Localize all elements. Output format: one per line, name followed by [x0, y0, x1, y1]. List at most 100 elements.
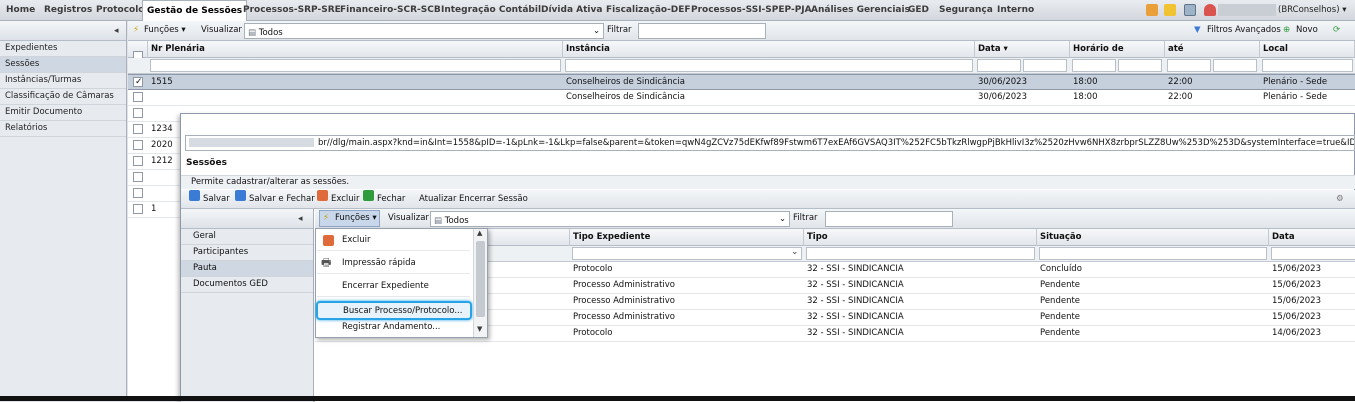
- refresh-icon[interactable]: ⟳: [1333, 21, 1340, 40]
- nav-financeiro[interactable]: Financeiro-SCR-SCB: [339, 0, 442, 21]
- nav-gestao-sessoes[interactable]: Gestão de Sessões: [142, 0, 248, 22]
- cell-horario-de: 18:00: [1073, 92, 1098, 102]
- menu-scrollbar[interactable]: ▲ ▼: [473, 229, 487, 337]
- add-icon: ⊕: [1283, 25, 1291, 35]
- excluir-button[interactable]: Excluir: [331, 190, 360, 208]
- filter-input[interactable]: [638, 23, 766, 39]
- col-ate[interactable]: até: [1165, 41, 1260, 58]
- col-instancia[interactable]: Instância: [563, 41, 975, 58]
- menu-registrar-andamento[interactable]: Registrar Andamento...: [317, 317, 470, 337]
- row-checkbox[interactable]: [133, 204, 143, 214]
- sidebar-item-classificacao[interactable]: Classificação de Câmaras: [0, 89, 126, 105]
- filtros-avancados-button[interactable]: Filtros Avançados: [1207, 21, 1281, 40]
- sidebar-item-sessoes[interactable]: Sessões: [0, 57, 126, 73]
- filter-nr-plenaria[interactable]: [150, 59, 561, 72]
- nav-registros[interactable]: Registros: [43, 0, 93, 21]
- filter-data[interactable]: [1271, 247, 1355, 260]
- user-icon[interactable]: [1204, 4, 1216, 16]
- pauta-visualizar-label: Visualizar: [388, 213, 429, 223]
- filter-data-from[interactable]: [977, 59, 1021, 72]
- table-row[interactable]: 1515 Conselheiros de Sindicância 30/06/202…: [128, 74, 1355, 90]
- col-horario-de[interactable]: Horário de: [1070, 41, 1165, 58]
- row-checkbox[interactable]: [133, 140, 143, 150]
- broom-icon[interactable]: [1164, 4, 1176, 16]
- scroll-up-icon[interactable]: ▲: [477, 229, 482, 237]
- salvar-button[interactable]: Salvar: [203, 190, 230, 208]
- menu-impressao-rapida[interactable]: 🖶 Impressão rápida: [317, 252, 470, 274]
- url-bar[interactable]: br//dlg/main.aspx?knd=in&Int=1558&pID=-1…: [185, 135, 1355, 151]
- row-checkbox[interactable]: [133, 92, 143, 102]
- calendar-icon[interactable]: [1184, 4, 1196, 16]
- menu-scroll-thumb[interactable]: [476, 241, 485, 317]
- nav-divida-ativa[interactable]: Dívida Ativa: [540, 0, 603, 21]
- novo-button[interactable]: Novo: [1296, 21, 1318, 40]
- col-nr-plenaria[interactable]: Nr Plenária: [148, 41, 563, 58]
- col-tipo-expediente[interactable]: Tipo Expediente: [570, 229, 804, 246]
- row-checkbox[interactable]: [133, 156, 143, 166]
- filter-horario-from[interactable]: [1072, 59, 1116, 72]
- cell-situacao: Concluído: [1040, 264, 1082, 274]
- filter-tipo-expediente[interactable]: ⌄: [572, 247, 802, 260]
- scroll-down-icon[interactable]: ▼: [477, 325, 482, 333]
- delete-icon: [323, 235, 334, 246]
- pauta-funcoes-button[interactable]: Funções ▾: [335, 209, 377, 228]
- view-select[interactable]: ▤ Todos ⌄: [244, 23, 604, 39]
- cell-situacao: Pendente: [1040, 296, 1081, 306]
- collapse-icon[interactable]: ◂: [298, 214, 303, 224]
- fechar-button[interactable]: Fechar: [377, 190, 405, 208]
- nav-integracao-contabil[interactable]: Integração Contábil: [440, 0, 542, 21]
- nav-home[interactable]: Home: [5, 0, 36, 21]
- filter-local[interactable]: [1262, 59, 1353, 72]
- tab-documentos-ged[interactable]: Documentos GED: [181, 277, 313, 293]
- sidebar-item-emitir-documento[interactable]: Emitir Documento: [0, 105, 126, 121]
- filter-tipo[interactable]: [806, 247, 1035, 260]
- funcoes-button[interactable]: Funções ▾: [144, 21, 186, 40]
- filter-situacao[interactable]: [1039, 247, 1267, 260]
- sidebar-item-expedientes[interactable]: Expedientes: [0, 41, 126, 57]
- menu-encerrar-expediente[interactable]: Encerrar Expediente: [317, 275, 470, 297]
- col-data[interactable]: Data: [1269, 229, 1355, 246]
- pauta-filter-input[interactable]: [825, 211, 953, 227]
- nav-analises-gerenciais[interactable]: Análises Gerenciais: [810, 0, 911, 21]
- nav-processos-ssi[interactable]: Processos-SSI-SPEP-PJA: [690, 0, 813, 21]
- row-checkbox[interactable]: [133, 172, 143, 182]
- col-situacao[interactable]: Situação: [1037, 229, 1269, 246]
- nav-interno[interactable]: Interno: [996, 0, 1035, 21]
- nav-protocolo[interactable]: Protocolo: [95, 0, 146, 21]
- tools-icon[interactable]: [1146, 4, 1158, 16]
- tab-geral[interactable]: Geral: [181, 229, 313, 245]
- dialog-tabs-header: ◂: [181, 209, 313, 229]
- row-checkbox[interactable]: [133, 75, 143, 90]
- row-checkbox[interactable]: [133, 124, 143, 134]
- salvar-fechar-button[interactable]: Salvar e Fechar: [249, 190, 315, 208]
- nav-ged[interactable]: GED: [907, 0, 930, 21]
- main-toolbar: ⚡ Funções ▾ Visualizar ▤ Todos ⌄ Filtrar…: [128, 21, 1355, 41]
- nav-fiscalizacao[interactable]: Fiscalização-DEF: [605, 0, 692, 21]
- filter-ate-from[interactable]: [1167, 59, 1211, 72]
- gear-icon[interactable]: ⚙: [1336, 190, 1344, 208]
- cell-tipo: 32 - SSI - SINDICANCIA: [807, 264, 904, 274]
- select-all-checkbox[interactable]: [128, 41, 148, 61]
- user-label[interactable]: (BRConselhos) ▾: [1278, 0, 1347, 20]
- col-data[interactable]: Data ▾: [975, 41, 1070, 58]
- pauta-view-select[interactable]: ▤ Todos ⌄: [430, 211, 790, 227]
- encerrar-sessao-button[interactable]: Encerrar Sessão: [459, 190, 528, 208]
- filter-horario-to[interactable]: [1118, 59, 1162, 72]
- row-checkbox[interactable]: [133, 188, 143, 198]
- collapse-icon[interactable]: ◂: [114, 26, 119, 36]
- col-tipo[interactable]: Tipo: [804, 229, 1037, 246]
- atualizar-button[interactable]: Atualizar: [419, 190, 456, 208]
- col-local[interactable]: Local: [1260, 41, 1355, 58]
- menu-excluir[interactable]: Excluir: [317, 229, 470, 251]
- tab-participantes[interactable]: Participantes: [181, 245, 313, 261]
- filter-data-to[interactable]: [1023, 59, 1067, 72]
- sidebar-item-relatorios[interactable]: Relatórios: [0, 121, 126, 137]
- tab-pauta[interactable]: Pauta: [181, 261, 313, 277]
- filter-ate-to[interactable]: [1213, 59, 1257, 72]
- nav-processos-srp-sre[interactable]: Processos-SRP-SRE: [242, 0, 342, 21]
- row-checkbox[interactable]: [133, 108, 143, 118]
- filter-instancia[interactable]: [565, 59, 973, 72]
- sidebar-item-instancias[interactable]: Instâncias/Turmas: [0, 73, 126, 89]
- nav-seguranca[interactable]: Segurança: [938, 0, 994, 21]
- table-row[interactable]: Conselheiros de Sindicância 30/06/2023 18:…: [128, 90, 1355, 106]
